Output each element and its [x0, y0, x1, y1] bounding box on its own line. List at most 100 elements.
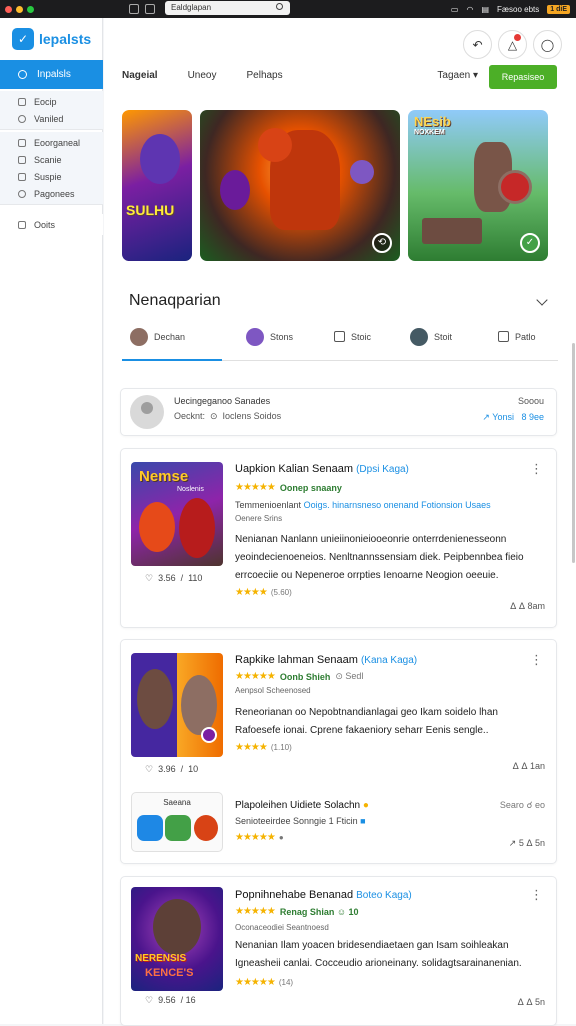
subtab-label: Patlo: [515, 331, 536, 342]
square-icon: [18, 138, 26, 147]
menubar-clock: Fæsoo ebts: [497, 4, 540, 14]
notification-icon[interactable]: △: [498, 30, 527, 59]
more-options-icon[interactable]: ⋮: [530, 461, 543, 477]
region-select[interactable]: Tagaen ▾: [437, 70, 478, 81]
rating-text: Renag Shian ☺ 10: [279, 906, 359, 917]
tab-3[interactable]: Pelhaps: [246, 70, 282, 81]
banner-creature: [220, 170, 250, 210]
game-title[interactable]: Uapkion Kalian Senaam (Dpsi Kaga): [235, 463, 409, 475]
rating-line: ★★★★★ Renag Shian ☺ 10: [235, 906, 359, 917]
game-title[interactable]: Popnihnehabe Benanad Boteo Kaga): [235, 889, 412, 901]
more-options-icon[interactable]: ⋮: [530, 887, 543, 903]
zoom-window-icon[interactable]: [27, 5, 34, 13]
sidebar-item-label: Scanie: [34, 154, 62, 165]
like-actions[interactable]: ↗ 5 ᐃ 5n: [509, 838, 545, 849]
rating-line: ★★★★★ Oonep snaany: [235, 482, 342, 493]
game-title[interactable]: Plapoleihen Uidiete Solachn ●: [235, 800, 369, 811]
thumbnail-title: NERENSIS: [135, 953, 187, 964]
menubar-status: ▭ ◠ ▤ Fæsoo ebts 1 diE: [451, 0, 570, 18]
minimize-window-icon[interactable]: [16, 5, 23, 13]
battery-icon: ▭: [450, 4, 459, 14]
banner-2[interactable]: ⟲: [200, 110, 400, 261]
game-title[interactable]: Rapkike lahman Senaam (Kana Kaga): [235, 654, 417, 666]
search-card-link[interactable]: ↗ Yonsi 8 9ee: [482, 412, 544, 423]
thumbnail-character: [153, 899, 201, 955]
sidebar-group-3: Ooits: [0, 214, 103, 235]
chat-icon[interactable]: ◯: [533, 30, 562, 59]
sidebar-item[interactable]: Ooits: [0, 216, 103, 233]
scrollbar[interactable]: [572, 343, 575, 563]
mini-rating: ★★★★ (5.60): [235, 587, 292, 598]
verified-icon: ●: [362, 800, 369, 811]
banner-1[interactable]: SULHU: [122, 110, 192, 261]
sidebar-item[interactable]: Pagonees: [0, 185, 103, 202]
like-actions[interactable]: ᐃ ᐃ 1an: [513, 761, 545, 772]
menubar-badge[interactable]: 1 diE: [547, 4, 570, 14]
tab-1[interactable]: Nageial: [122, 70, 158, 81]
banner-orb: [350, 160, 374, 184]
banner-character-head: [258, 128, 292, 162]
like-actions[interactable]: ᐃ ᐃ 8am: [510, 601, 545, 612]
thumbnail-character: [181, 675, 217, 735]
rating-line: ★★★★★ Oonb Shieh ⊙ Sedl: [235, 671, 363, 682]
sidebar-toggle-icon[interactable]: [145, 4, 155, 14]
rating-text: Oonb Shieh: [279, 671, 331, 682]
close-window-icon[interactable]: [5, 5, 12, 13]
avatar: [410, 328, 428, 346]
game-description: Nenanian Ilam yoacen bridesendiaetaen ga…: [235, 940, 522, 969]
app-logo[interactable]: ✓ lepalsts: [12, 28, 91, 50]
chevron-down-icon[interactable]: [536, 294, 548, 306]
game-thumbnail[interactable]: NERENSIS KENCE'S: [131, 887, 223, 991]
search-card[interactable]: Uecingeganoo Sanades Oecknt: ⊙ Ioclens S…: [120, 388, 557, 436]
sidebar-item-active[interactable]: Inpalsls: [0, 60, 103, 89]
section-subtabs: Dechan Stons Stoic Stoit Patlo: [122, 326, 558, 361]
main-content: ↶ △ ◯ Nageial Uneoy Pelhaps Tagaen ▾ Rep…: [104, 18, 576, 1026]
square-icon: [334, 331, 345, 342]
subtab-1[interactable]: Dechan: [130, 328, 185, 346]
app-bundle-thumbnail[interactable]: Saeana: [131, 792, 223, 852]
star-rating: ★★★★★: [235, 977, 276, 988]
primary-button[interactable]: Repasiseo: [489, 65, 557, 89]
subtab-5[interactable]: Patlo: [498, 331, 536, 342]
sidebar-item[interactable]: Vaniled: [0, 110, 103, 127]
sidebar-item[interactable]: Scanie: [0, 151, 103, 168]
game-thumbnail[interactable]: Nemse Noslenis: [131, 462, 223, 566]
play-icon[interactable]: ✓: [520, 233, 540, 253]
section-title: Nenaqparian: [129, 292, 221, 309]
game-title-text: Plapoleihen Uidiete Solachn: [235, 800, 361, 811]
sidebar-item[interactable]: Eocip: [0, 93, 103, 110]
game-card[interactable]: Nemse Noslenis ♡ 3.56 / 110 Uapkion Kali…: [120, 448, 557, 628]
more-options-icon[interactable]: ⋮: [530, 652, 543, 668]
tab-2[interactable]: Uneoy: [188, 70, 217, 81]
banner-shield: [498, 170, 532, 204]
app-icon: [165, 815, 191, 841]
tabs-icon[interactable]: [129, 4, 139, 14]
game-stats: ♡ 9.56 / 16: [145, 995, 196, 1005]
banner-crate: [422, 218, 482, 244]
game-thumbnail[interactable]: [131, 653, 223, 757]
play-icon[interactable]: ⟲: [372, 233, 392, 253]
banner-3[interactable]: NEsib NOXKEM ✓: [408, 110, 548, 261]
mini-rating: ★★★★★ (14): [235, 977, 293, 988]
subtab-4[interactable]: Stoit: [410, 328, 452, 346]
menubar: Ealdglapan ▭ ◠ ▤ Fæsoo ebts 1 diE: [0, 0, 576, 18]
logo-text: lepalsts: [39, 31, 92, 47]
window-controls[interactable]: [5, 5, 34, 13]
sidebar-item[interactable]: Suspie: [0, 168, 103, 185]
sidebar-item[interactable]: Eoorganeal: [0, 134, 103, 151]
subtab-2[interactable]: Stons: [246, 328, 293, 346]
info-link[interactable]: Ooigs. hinarnsneso onenand Fotionsion Us…: [304, 500, 491, 510]
game-card[interactable]: ♡ 3.96 / 10 Rapkike lahman Senaam (Kana …: [120, 639, 557, 864]
share-icon[interactable]: ↶: [463, 30, 492, 59]
top-tabs: Nageial Uneoy Pelhaps: [122, 70, 283, 81]
game-info-line: Aenpsol Scheenosed: [235, 686, 311, 695]
like-actions[interactable]: ᐃ ᐃ 5n: [518, 997, 545, 1008]
avatar: [246, 328, 264, 346]
thumbnail-subtitle: KENCE'S: [145, 967, 194, 979]
game-card[interactable]: NERENSIS KENCE'S ♡ 9.56 / 16 Popnihnehab…: [120, 876, 557, 1026]
subtab-3[interactable]: Stoic: [334, 331, 371, 342]
address-bar[interactable]: Ealdglapan: [165, 1, 290, 15]
banner-character: [140, 134, 180, 184]
sidebar: ✓ lepalsts Inpalsls Eocip Vaniled Eoorga…: [0, 18, 103, 1024]
rating-count: (5.60): [270, 588, 292, 597]
